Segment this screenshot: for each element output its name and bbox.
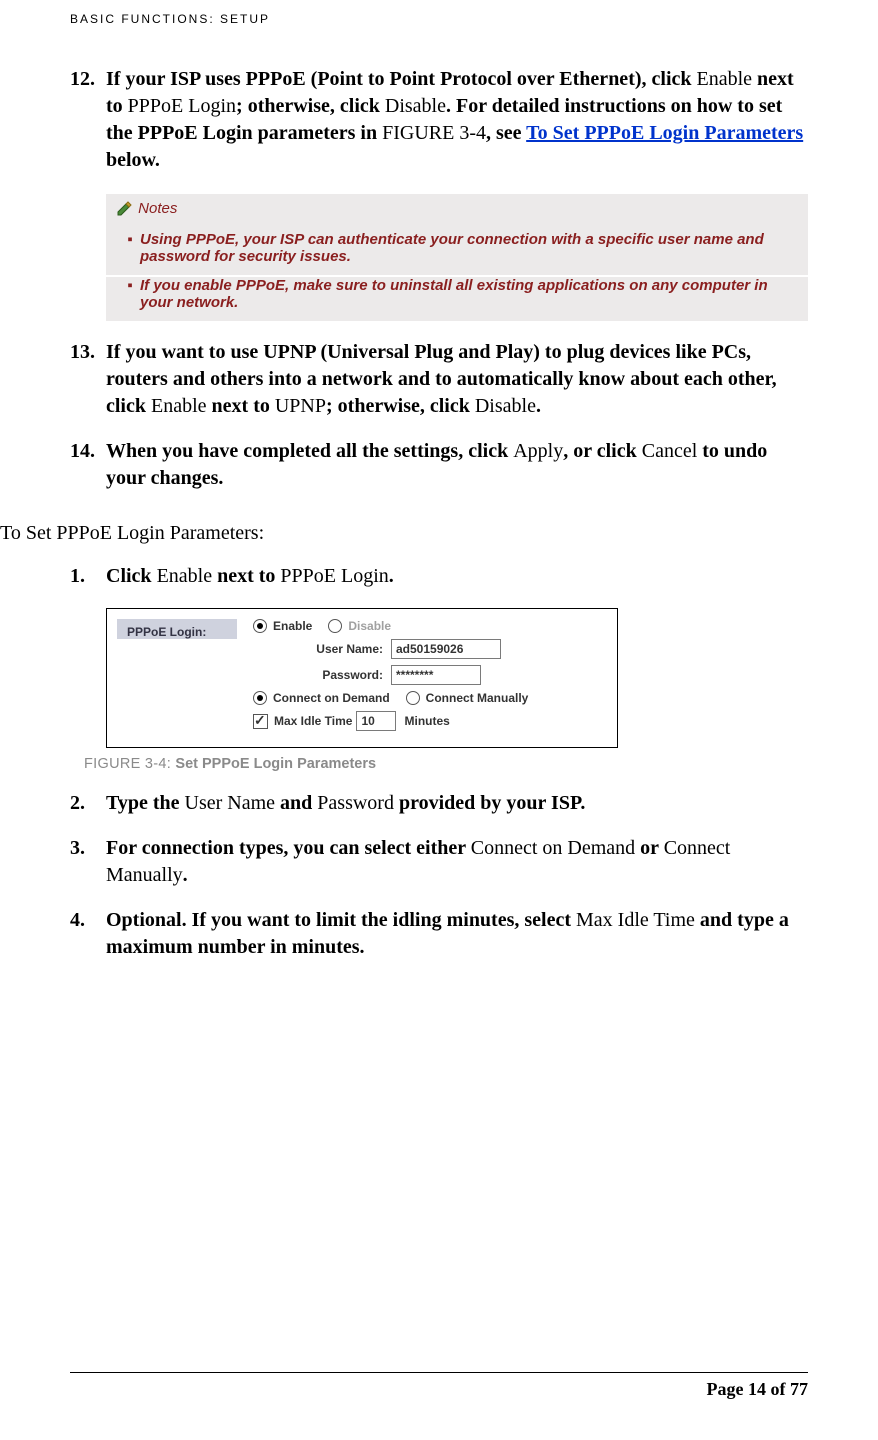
max-idle-label: Max Idle Time <box>274 714 352 728</box>
password-label: Password: <box>253 668 391 682</box>
radio-connect-on-demand[interactable] <box>253 691 267 705</box>
text: Click <box>106 565 157 587</box>
term: Enable <box>151 395 207 417</box>
step-13: 13. If you want to use UPNP (Universal P… <box>70 339 808 420</box>
link-set-pppoe[interactable]: To Set PPPoE Login Parameters <box>526 122 803 144</box>
radio-connect-manually[interactable] <box>406 691 420 705</box>
minutes-label: Minutes <box>404 714 449 728</box>
password-input[interactable]: ******** <box>391 665 481 685</box>
text: and <box>275 792 317 814</box>
page-header: BASIC FUNCTIONS: SETUP <box>70 12 808 26</box>
text: . <box>183 864 188 886</box>
term: PPPoE Login <box>128 95 236 117</box>
figure-caption-title: Set PPPoE Login Parameters <box>175 756 376 772</box>
step-number: 12. <box>70 66 106 174</box>
substep-3: 3. For connection types, you can select … <box>70 835 808 889</box>
note-text: If you enable PPPoE, make sure to uninst… <box>140 277 794 311</box>
note-text: Using PPPoE, your ISP can authenticate y… <box>140 231 794 265</box>
section-heading: To Set PPPoE Login Parameters: <box>0 522 808 545</box>
user-name-input[interactable]: ad50159026 <box>391 639 501 659</box>
term: User Name <box>185 792 276 814</box>
substep-4: 4. Optional. If you want to limit the id… <box>70 907 808 961</box>
text: . <box>536 395 541 417</box>
term: Disable <box>385 95 446 117</box>
text: below. <box>106 149 160 171</box>
text: , or click <box>563 440 642 462</box>
term: Password <box>317 792 394 814</box>
text: For connection types, you can select eit… <box>106 837 471 859</box>
step-number: 1. <box>70 563 106 590</box>
term: Enable <box>697 68 753 90</box>
text: provided by your ISP. <box>394 792 585 814</box>
term: Apply <box>513 440 563 462</box>
figure-3-4: PPPoE Login: Enable Disable User Name: a… <box>106 608 618 748</box>
text: . <box>389 565 394 587</box>
text: If your ISP uses PPPoE (Point to Point P… <box>106 68 697 90</box>
figure-caption-lead: FIGURE 3-4: <box>84 756 175 772</box>
bullet-icon: ▪ <box>120 277 140 311</box>
checkbox-max-idle[interactable] <box>253 714 268 729</box>
connect-on-demand-label: Connect on Demand <box>273 691 390 705</box>
bullet-icon: ▪ <box>120 231 140 265</box>
term: Max Idle Time <box>576 909 695 931</box>
notes-icon <box>116 201 134 217</box>
text: next to <box>207 395 275 417</box>
radio-disable-label: Disable <box>348 619 391 633</box>
figure-caption: FIGURE 3-4: Set PPPoE Login Parameters <box>84 756 808 772</box>
term: FIGURE 3-4 <box>382 122 486 144</box>
step-number: 13. <box>70 339 106 420</box>
term: Enable <box>157 565 213 587</box>
page: BASIC FUNCTIONS: SETUP 12. If your ISP u… <box>0 0 878 1440</box>
notes-title: Notes <box>138 200 177 217</box>
text: Optional. If you want to limit the idlin… <box>106 909 576 931</box>
user-name-label: User Name: <box>253 642 391 656</box>
step-number: 3. <box>70 835 106 889</box>
radio-enable-label: Enable <box>273 619 312 633</box>
step-12: 12. If your ISP uses PPPoE (Point to Poi… <box>70 66 808 174</box>
substep-2: 2. Type the User Name and Password provi… <box>70 790 808 817</box>
figure-side-label: PPPoE Login: <box>117 619 237 639</box>
connect-manually-label: Connect Manually <box>426 691 529 705</box>
text: or <box>635 837 664 859</box>
step-14: 14. When you have completed all the sett… <box>70 438 808 492</box>
step-number: 2. <box>70 790 106 817</box>
step-number: 14. <box>70 438 106 492</box>
note-item: ▪ If you enable PPPoE, make sure to unin… <box>106 277 808 321</box>
text: When you have completed all the settings… <box>106 440 513 462</box>
text: ; otherwise, click <box>326 395 475 417</box>
radio-enable[interactable] <box>253 619 267 633</box>
term: Disable <box>475 395 536 417</box>
term: Connect on Demand <box>471 837 635 859</box>
step-number: 4. <box>70 907 106 961</box>
note-item: ▪ Using PPPoE, your ISP can authenticate… <box>106 231 808 277</box>
text: , see <box>486 122 526 144</box>
max-idle-input[interactable]: 10 <box>356 711 396 731</box>
page-footer: Page 14 of 77 <box>70 1372 808 1400</box>
text: ; otherwise, click <box>236 95 385 117</box>
radio-disable[interactable] <box>328 619 342 633</box>
notes-box: Notes ▪ Using PPPoE, your ISP can authen… <box>106 194 808 321</box>
term: UPNP <box>275 395 326 417</box>
text: next to <box>212 565 280 587</box>
text: Type the <box>106 792 185 814</box>
substep-1: 1. Click Enable next to PPPoE Login. <box>70 563 808 590</box>
term: PPPoE Login <box>280 565 388 587</box>
term: Cancel <box>642 440 698 462</box>
